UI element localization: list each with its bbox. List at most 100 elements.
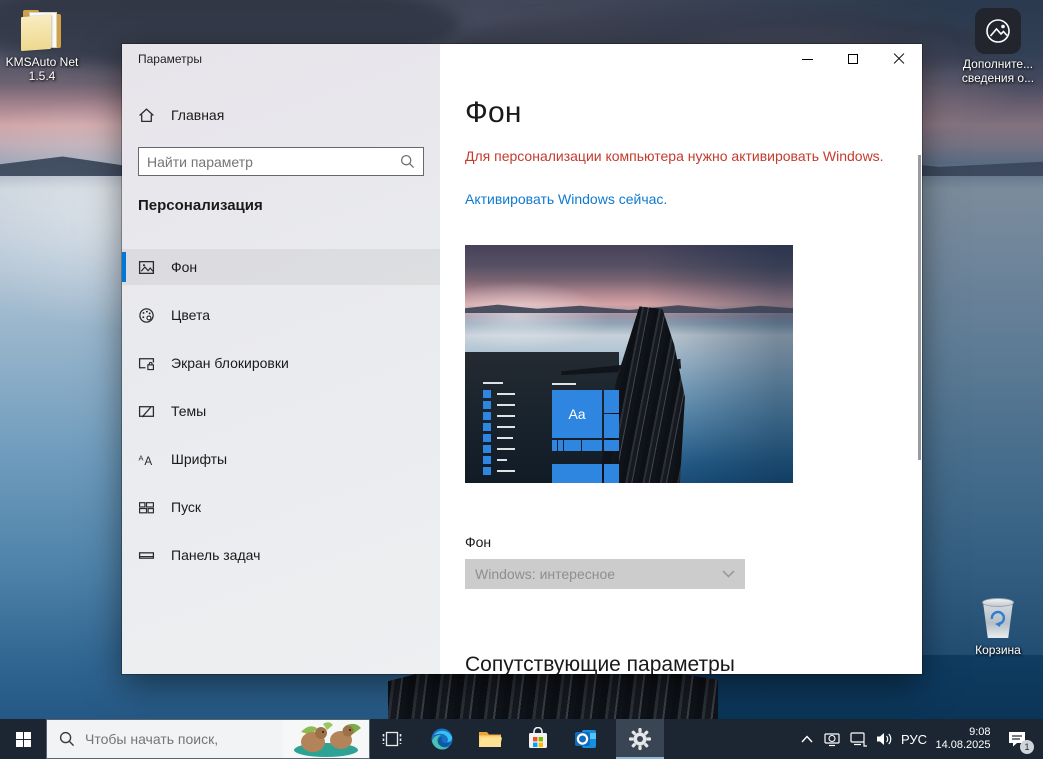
desktop-icon-recycle-bin[interactable]: Корзина — [956, 596, 1040, 657]
taskbar-app-edge[interactable] — [418, 719, 466, 759]
svg-text:A: A — [144, 454, 152, 467]
action-center-button[interactable]: 1 — [997, 719, 1037, 759]
volume-icon — [875, 731, 894, 747]
taskbar-app-explorer[interactable] — [466, 719, 514, 759]
preview-mountains — [465, 301, 793, 313]
close-icon — [893, 53, 905, 65]
search-icon — [59, 731, 75, 747]
taskbar-app-store[interactable] — [514, 719, 562, 759]
sidebar-item-lock-screen[interactable]: Экран блокировки — [122, 345, 440, 381]
display-refresh-icon — [823, 730, 841, 748]
activate-windows-link[interactable]: Активировать Windows сейчас. — [465, 191, 667, 207]
fonts-icon: A A — [138, 451, 155, 468]
svg-text:A: A — [139, 453, 144, 462]
kmsauto-label-line2: 1.5.4 — [0, 69, 84, 83]
search-icon[interactable] — [400, 154, 415, 169]
sidebar-item-label: Цвета — [171, 307, 210, 323]
settings-search-box[interactable] — [138, 147, 424, 176]
maximize-button[interactable] — [830, 44, 876, 74]
recycle-bin-label: Корзина — [956, 643, 1040, 657]
folder-icon — [19, 12, 65, 52]
info-label-line2: сведения о... — [956, 71, 1040, 85]
home-icon — [138, 107, 155, 124]
home-label: Главная — [171, 107, 224, 123]
outlook-icon — [574, 727, 598, 751]
network-icon — [849, 731, 868, 748]
tray-network[interactable] — [845, 719, 871, 759]
preview-aa-tile: Aa — [552, 390, 602, 438]
scrollbar-thumb[interactable] — [918, 155, 921, 460]
background-dropdown-value: Windows: интересное — [475, 566, 615, 582]
taskbar-search-box[interactable] — [46, 719, 370, 759]
sidebar-item-label: Пуск — [171, 499, 201, 515]
tray-volume[interactable] — [871, 719, 897, 759]
recycle-bin-icon — [976, 596, 1020, 640]
kmsauto-label-line1: KMSAuto Net — [0, 55, 84, 69]
tray-display-refresh[interactable] — [819, 719, 845, 759]
window-title: Параметры — [138, 52, 202, 66]
edge-icon — [430, 727, 454, 751]
desktop: KMSAuto Net 1.5.4 Дополните... сведения … — [0, 0, 1043, 759]
clock-time: 9:08 — [935, 726, 990, 739]
sidebar-item-label: Темы — [171, 403, 206, 419]
task-view-icon — [382, 730, 402, 748]
sidebar-item-home[interactable]: Главная — [138, 100, 424, 130]
sidebar-section-title: Персонализация — [138, 197, 263, 214]
info-label-line1: Дополните... — [956, 57, 1040, 71]
sidebar-item-label: Экран блокировки — [171, 355, 289, 371]
background-dropdown-label: Фон — [465, 534, 491, 550]
start-grid-icon — [138, 499, 155, 516]
photo-icon — [975, 8, 1021, 54]
image-icon — [138, 259, 155, 276]
start-button[interactable] — [0, 719, 46, 759]
chevron-down-icon — [722, 570, 735, 578]
taskbar-search-input[interactable] — [85, 731, 283, 747]
taskbar-app-settings[interactable] — [616, 719, 664, 759]
sidebar-item-taskbar[interactable]: Панель задач — [122, 537, 440, 573]
close-button[interactable] — [876, 44, 922, 74]
windows-logo-icon — [16, 732, 31, 747]
sidebar-item-themes[interactable]: Темы — [122, 393, 440, 429]
desktop-icon-info[interactable]: Дополните... сведения о... — [956, 8, 1040, 85]
maximize-icon — [848, 54, 858, 64]
activation-warning: Для персонализации компьютера нужно акти… — [465, 148, 884, 164]
language-indicator[interactable]: РУС — [897, 719, 931, 759]
minimize-button[interactable] — [784, 44, 830, 74]
taskbar: РУС 9:08 14.08.2025 1 — [0, 719, 1043, 759]
sidebar-item-fonts[interactable]: A A Шрифты — [122, 441, 440, 477]
sidebar-nav: Фон Цвета — [122, 249, 440, 573]
clock-date: 14.08.2025 — [935, 739, 990, 752]
clock[interactable]: 9:08 14.08.2025 — [931, 719, 997, 759]
settings-window: Параметры Главная Персонализация — [122, 44, 922, 674]
gear-icon — [628, 727, 652, 751]
system-tray: РУС 9:08 14.08.2025 1 — [795, 719, 1037, 759]
page-title: Фон — [465, 96, 522, 130]
settings-search-input[interactable] — [139, 154, 400, 170]
task-view-button[interactable] — [370, 719, 414, 759]
sidebar-item-colors[interactable]: Цвета — [122, 297, 440, 333]
desktop-icon-kmsauto[interactable]: KMSAuto Net 1.5.4 — [0, 12, 84, 83]
notification-badge: 1 — [1020, 740, 1034, 754]
preview-start-menu: Aa — [465, 352, 619, 483]
window-controls — [784, 44, 922, 74]
sidebar-item-label: Фон — [171, 259, 197, 275]
settings-main: Фон Для персонализации компьютера нужно … — [440, 44, 922, 674]
lock-screen-icon — [138, 355, 155, 372]
chevron-up-icon — [801, 735, 813, 743]
hidden-icons-button[interactable] — [795, 719, 819, 759]
sidebar-item-label: Панель задач — [171, 547, 260, 563]
background-preview: Aa — [465, 245, 793, 483]
background-dropdown[interactable]: Windows: интересное — [465, 559, 745, 589]
store-icon — [527, 727, 549, 751]
themes-icon — [138, 403, 155, 420]
minimize-icon — [802, 59, 813, 60]
related-settings-heading: Сопутствующие параметры — [465, 653, 735, 674]
taskbar-icon — [138, 547, 155, 564]
sidebar-item-label: Шрифты — [171, 451, 227, 467]
search-highlight-image[interactable] — [283, 720, 369, 758]
folder-icon — [478, 729, 502, 749]
palette-icon — [138, 307, 155, 324]
sidebar-item-start[interactable]: Пуск — [122, 489, 440, 525]
sidebar-item-background[interactable]: Фон — [122, 249, 440, 285]
taskbar-app-outlook[interactable] — [562, 719, 610, 759]
